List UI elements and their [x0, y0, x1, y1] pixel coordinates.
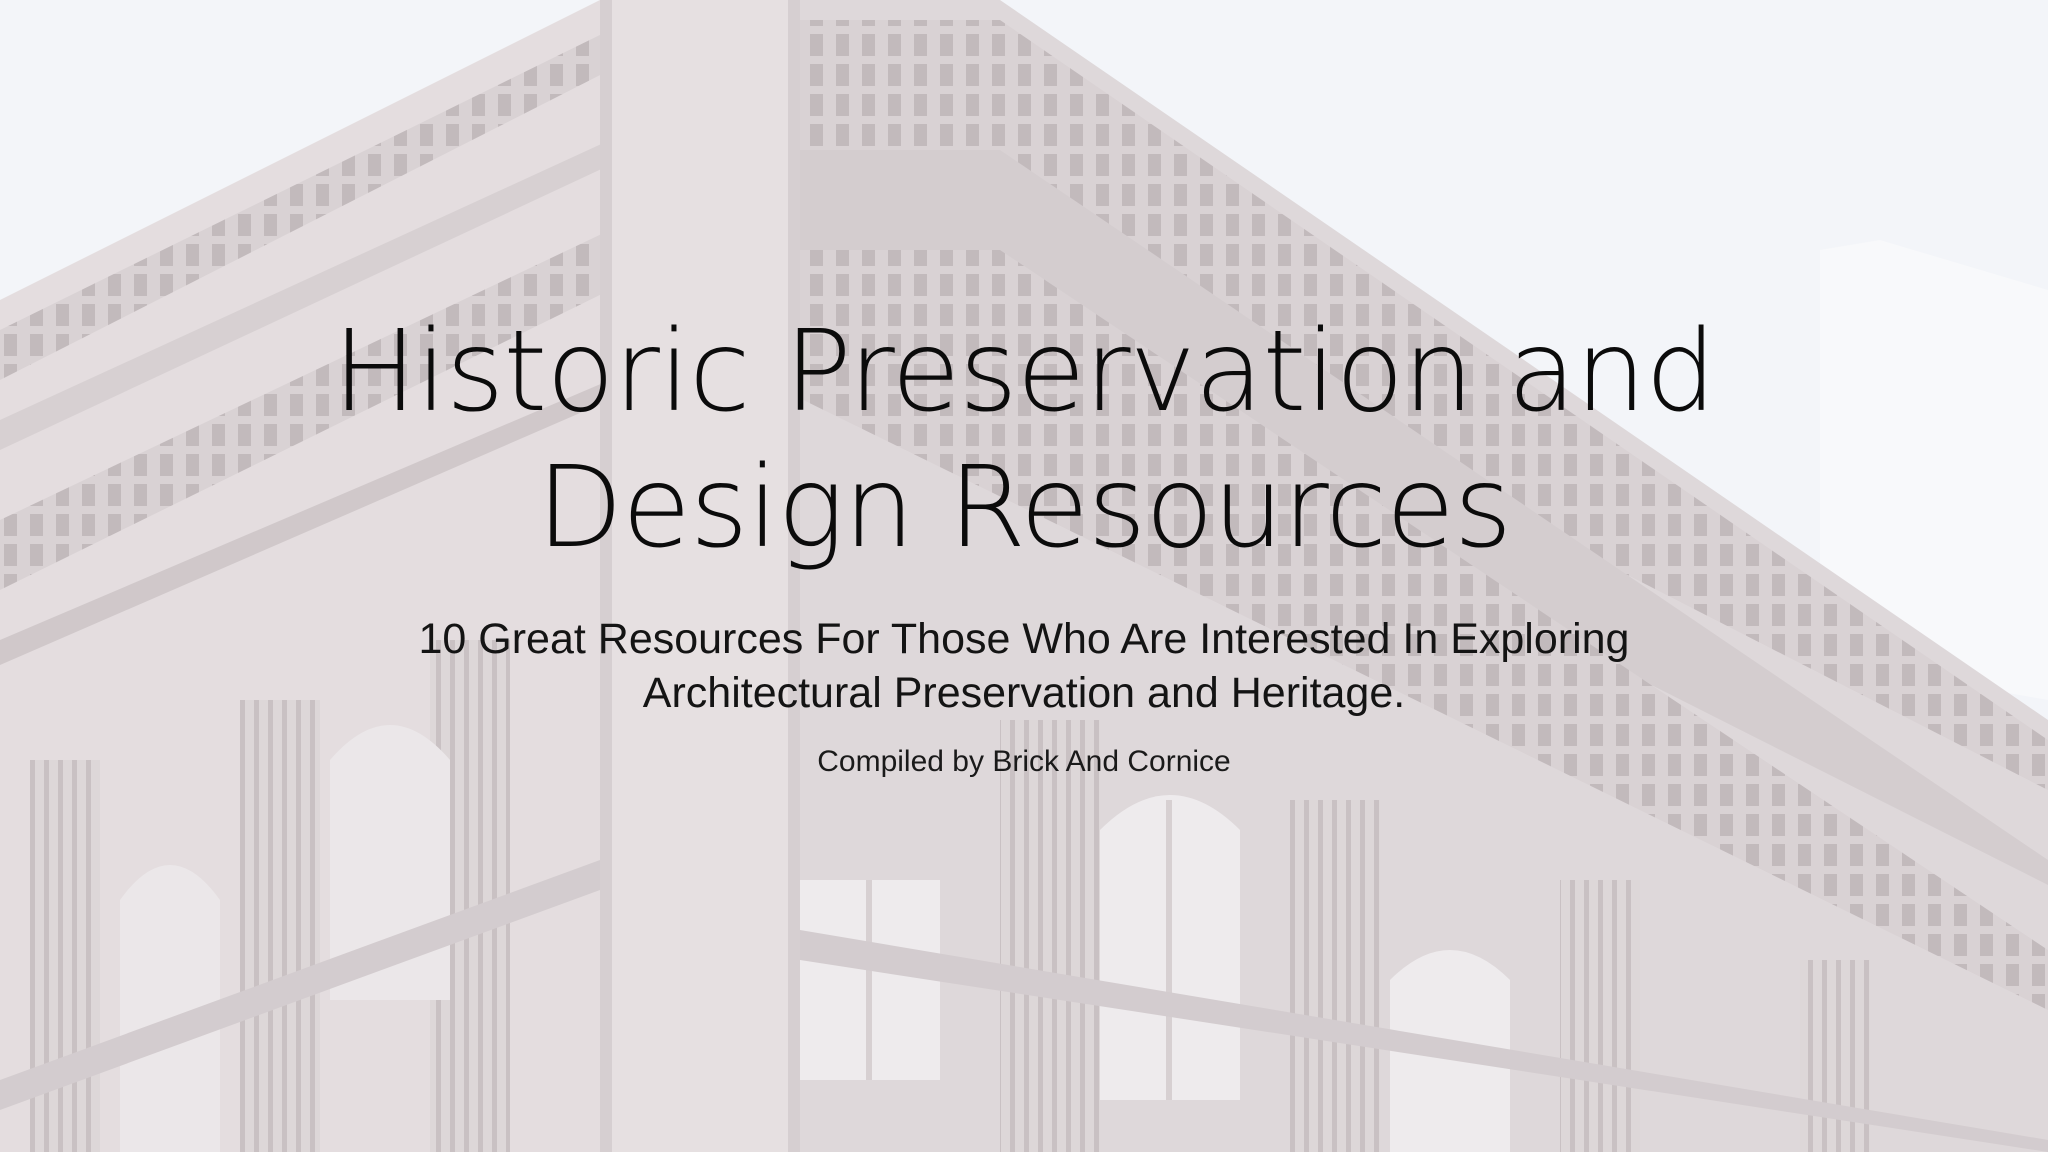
- author-credit: Compiled by Brick And Cornice: [817, 745, 1231, 778]
- slide-title: Historic Preservation and Design Resourc…: [224, 304, 1824, 576]
- subtitle-line-2: Architectural Preservation and Heritage.: [642, 669, 1406, 717]
- white-overlay: [0, 0, 2048, 1152]
- title-slide: Historic Preservation and Design Resourc…: [0, 0, 2048, 1152]
- slide-subtitle: 10 Great Resources For Those Who Are Int…: [224, 612, 1824, 720]
- title-line-2: Design Resources: [536, 443, 1512, 573]
- subtitle-line-1: 10 Great Resources For Those Who Are Int…: [418, 615, 1630, 663]
- title-line-1: Historic Preservation and: [332, 307, 1717, 437]
